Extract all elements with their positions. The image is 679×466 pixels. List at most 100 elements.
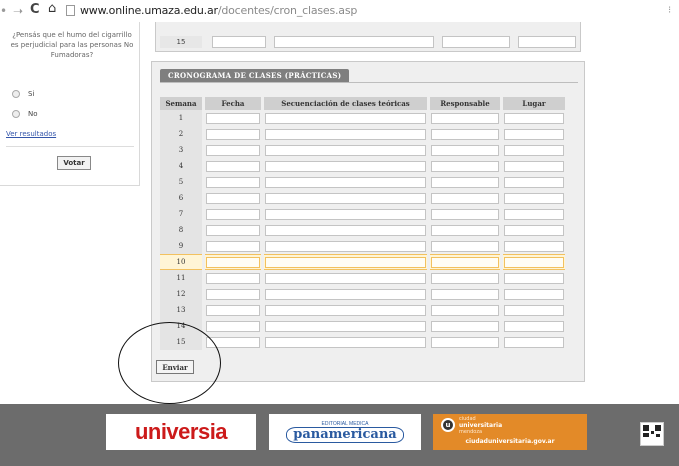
responsible-field[interactable]: [431, 256, 499, 268]
responsible-field-cell: [430, 174, 500, 190]
poll-option-label: No: [28, 110, 38, 118]
place-field[interactable]: [504, 192, 564, 204]
poll-option-label: Si: [28, 90, 35, 98]
responsible-field[interactable]: [431, 128, 499, 140]
sequence-field[interactable]: [265, 288, 426, 300]
sequence-field[interactable]: [265, 128, 426, 140]
place-field[interactable]: [504, 272, 564, 284]
date-field[interactable]: [206, 176, 260, 188]
place-field[interactable]: [504, 256, 564, 268]
place-field[interactable]: [504, 304, 564, 316]
panel-title: CRONOGRAMA DE CLASES (PRÁCTICAS): [160, 69, 350, 82]
date-field[interactable]: [206, 320, 260, 332]
responsible-field[interactable]: [431, 288, 499, 300]
place-field[interactable]: [504, 160, 564, 172]
place-field[interactable]: [504, 320, 564, 332]
date-field[interactable]: [206, 240, 260, 252]
place-field[interactable]: [504, 144, 564, 156]
submit-button[interactable]: Enviar: [156, 360, 194, 374]
sequence-field-cell: [264, 286, 427, 302]
date-field[interactable]: [206, 336, 260, 348]
responsible-field[interactable]: [431, 144, 499, 156]
place-field-cell: [503, 206, 565, 222]
place-field[interactable]: [518, 36, 576, 48]
sequence-field[interactable]: [265, 240, 426, 252]
back-arrow-icon[interactable]: •: [0, 4, 7, 18]
date-field-cell: [205, 254, 261, 270]
responsible-field[interactable]: [431, 192, 499, 204]
panamericana-logo[interactable]: EDITORIAL MEDICA panamericana: [269, 414, 421, 450]
universia-logo[interactable]: universia: [106, 414, 256, 450]
responsible-field[interactable]: [431, 176, 499, 188]
view-results-link[interactable]: Ver resultados: [6, 130, 56, 138]
date-field[interactable]: [206, 128, 260, 140]
date-field-cell: [205, 110, 261, 126]
responsible-field[interactable]: [431, 112, 499, 124]
date-field[interactable]: [206, 304, 260, 316]
date-field[interactable]: [206, 256, 260, 268]
ciudad-universitaria-logo[interactable]: u ciudad universitaria mendoza ciudaduni…: [433, 414, 587, 450]
sequence-field[interactable]: [265, 176, 426, 188]
date-field-cell: [205, 334, 261, 350]
responsible-field[interactable]: [431, 224, 499, 236]
forward-arrow-icon[interactable]: ➝: [13, 4, 23, 18]
sequence-field[interactable]: [265, 192, 426, 204]
poll-option-si[interactable]: Si: [12, 90, 34, 98]
date-field[interactable]: [206, 160, 260, 172]
place-field[interactable]: [504, 240, 564, 252]
date-field[interactable]: [206, 112, 260, 124]
poll-option-no[interactable]: No: [12, 110, 38, 118]
column-header-sequence: Secuenciación de clases teóricas: [264, 97, 427, 110]
sequence-field-cell: [264, 158, 427, 174]
responsible-field[interactable]: [431, 160, 499, 172]
table-row: 9: [160, 238, 565, 254]
place-field[interactable]: [504, 336, 564, 348]
place-field[interactable]: [504, 288, 564, 300]
place-field[interactable]: [504, 112, 564, 124]
place-field[interactable]: [504, 176, 564, 188]
radio-icon[interactable]: [12, 110, 20, 118]
place-field-cell: [503, 126, 565, 142]
date-field[interactable]: [206, 272, 260, 284]
sequence-field[interactable]: [265, 256, 426, 268]
responsible-field[interactable]: [431, 272, 499, 284]
sequence-field[interactable]: [265, 320, 426, 332]
responsible-field[interactable]: [431, 240, 499, 252]
toolbar-menu-icon[interactable]: ⁝: [668, 5, 671, 16]
date-field[interactable]: [206, 144, 260, 156]
qr-code-icon[interactable]: [640, 422, 664, 446]
place-field[interactable]: [504, 208, 564, 220]
radio-icon[interactable]: [12, 90, 20, 98]
sequence-field[interactable]: [265, 224, 426, 236]
date-field[interactable]: [206, 208, 260, 220]
responsible-field[interactable]: [431, 304, 499, 316]
home-icon[interactable]: ⌂: [48, 2, 56, 16]
responsible-field[interactable]: [431, 336, 499, 348]
sequence-field[interactable]: [265, 272, 426, 284]
sequence-field[interactable]: [265, 208, 426, 220]
date-field[interactable]: [206, 288, 260, 300]
date-field[interactable]: [212, 36, 266, 48]
vote-button[interactable]: Votar: [57, 156, 91, 170]
place-field[interactable]: [504, 224, 564, 236]
sequence-field[interactable]: [274, 36, 434, 48]
responsible-field-cell: [430, 270, 500, 286]
week-number: 6: [160, 190, 202, 206]
sequence-field[interactable]: [265, 336, 426, 348]
date-field-cell: [205, 190, 261, 206]
responsible-field[interactable]: [431, 208, 499, 220]
address-bar[interactable]: www.online.umaza.edu.ar/docentes/cron_cl…: [80, 4, 357, 17]
reload-icon[interactable]: C: [30, 3, 40, 17]
responsible-field[interactable]: [442, 36, 510, 48]
page: • ➝ C ⌂ www.online.umaza.edu.ar/docentes…: [0, 0, 679, 466]
date-field[interactable]: [206, 192, 260, 204]
sequence-field-cell: [264, 222, 427, 238]
responsible-field-cell: [430, 254, 500, 270]
sequence-field[interactable]: [265, 144, 426, 156]
date-field[interactable]: [206, 224, 260, 236]
place-field[interactable]: [504, 128, 564, 140]
sequence-field[interactable]: [265, 160, 426, 172]
sequence-field[interactable]: [265, 112, 426, 124]
responsible-field[interactable]: [431, 320, 499, 332]
sequence-field[interactable]: [265, 304, 426, 316]
